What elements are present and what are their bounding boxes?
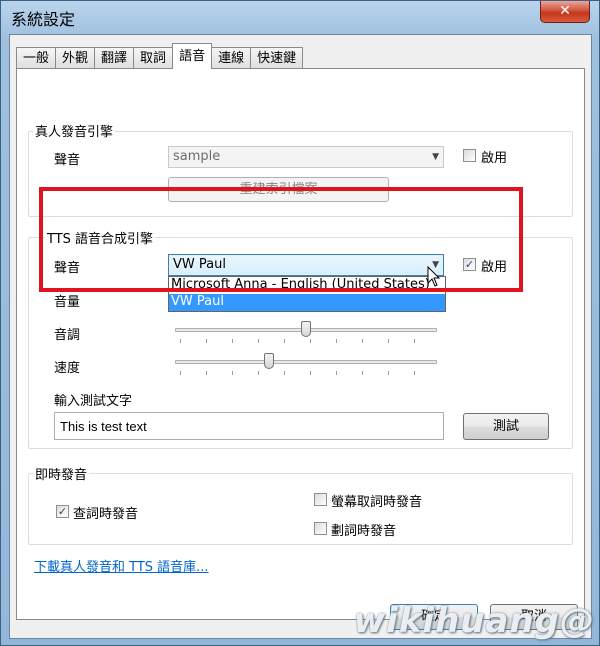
tab-appearance[interactable]: 外觀 bbox=[55, 47, 96, 69]
settings-window: 系統設定 ✕ 一般 外觀 翻譯 取詞 語音 連線 快速鍵 真人發音引擎 聲音 s… bbox=[0, 0, 600, 646]
human-engine-group-label: 真人發音引擎 bbox=[33, 121, 116, 140]
test-text-label: 輸入測試文字 bbox=[54, 394, 133, 409]
human-enable-checkbox[interactable] bbox=[463, 149, 476, 162]
instant-group-label: 即時發音 bbox=[33, 464, 90, 483]
tab-speech[interactable]: 語音 bbox=[172, 43, 213, 69]
test-button[interactable]: 測試 bbox=[463, 413, 549, 440]
window-title: 系統設定 bbox=[11, 10, 76, 29]
screen-capture-label: 螢幕取詞時發音 bbox=[331, 495, 423, 510]
tab-general[interactable]: 一般 bbox=[16, 47, 57, 69]
highlight-box bbox=[39, 187, 523, 292]
tts-pitch-label: 音調 bbox=[54, 328, 81, 343]
tab-connection[interactable]: 連線 bbox=[211, 47, 252, 69]
select-text-label: 劃詞時發音 bbox=[331, 524, 397, 539]
title-bar[interactable]: 系統設定 ✕ bbox=[1, 1, 599, 33]
speed-slider-thumb[interactable] bbox=[264, 353, 275, 369]
human-voice-select[interactable]: sample ▼ bbox=[168, 146, 444, 168]
pitch-slider-ticks bbox=[180, 339, 435, 343]
screen-capture-checkbox[interactable] bbox=[314, 493, 327, 506]
speed-slider-ticks bbox=[180, 371, 435, 375]
check-icon: ✓ bbox=[57, 505, 68, 518]
close-button[interactable]: ✕ bbox=[540, 1, 590, 23]
speed-slider[interactable] bbox=[175, 360, 437, 364]
tab-hotkeys[interactable]: 快速鍵 bbox=[250, 47, 304, 69]
test-text-input[interactable] bbox=[54, 412, 444, 440]
tab-strip: 一般 外觀 翻譯 取詞 語音 連線 快速鍵 bbox=[16, 43, 304, 69]
tab-translate[interactable]: 翻譯 bbox=[94, 47, 135, 69]
lookup-label: 查詞時發音 bbox=[73, 507, 139, 522]
human-enable-label: 啟用 bbox=[481, 151, 508, 166]
tab-capture[interactable]: 取詞 bbox=[133, 47, 174, 69]
close-icon: ✕ bbox=[559, 3, 571, 19]
select-text-checkbox[interactable] bbox=[314, 522, 327, 535]
dropdown-option-selected[interactable]: VW Paul bbox=[169, 294, 445, 311]
download-voices-link[interactable]: 下載真人發音和 TTS 語音庫... bbox=[34, 556, 209, 575]
pitch-slider-thumb[interactable] bbox=[301, 321, 311, 337]
human-voice-value: sample bbox=[173, 149, 221, 164]
tts-volume-label: 音量 bbox=[54, 295, 81, 310]
mouse-pointer-icon bbox=[427, 266, 441, 287]
lookup-checkbox[interactable]: ✓ bbox=[56, 505, 69, 518]
watermark: wikihuang@ bbox=[353, 601, 595, 641]
tts-speed-label: 速度 bbox=[54, 361, 81, 376]
speech-tab-page: 真人發音引擎 聲音 sample ▼ 啟用 重建索引檔案 TTS 語音合成引擎 … bbox=[16, 68, 585, 620]
dialog-client: 一般 外觀 翻譯 取詞 語音 連線 快速鍵 真人發音引擎 聲音 sample ▼… bbox=[9, 34, 592, 639]
chevron-down-icon: ▼ bbox=[432, 152, 439, 162]
human-voice-label: 聲音 bbox=[54, 153, 81, 168]
